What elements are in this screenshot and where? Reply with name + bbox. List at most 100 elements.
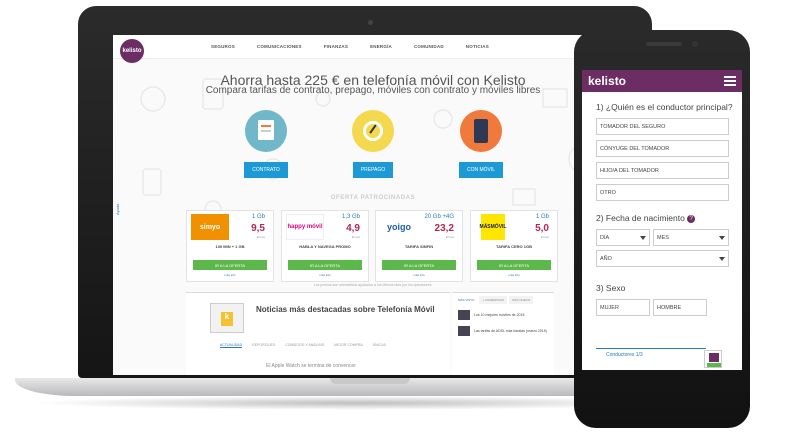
offer-price: 9,5 bbox=[251, 223, 265, 234]
offer-period: €/mes bbox=[445, 235, 454, 239]
site-logo[interactable]: kelisto bbox=[120, 39, 144, 63]
offer-description: 100 MIN + 1 GB bbox=[215, 244, 245, 249]
tab-mas-comentado[interactable]: + COMENTADO bbox=[479, 296, 508, 304]
yoigo-logo: yoigo bbox=[380, 214, 418, 240]
offer-data: 1 Gb bbox=[535, 214, 549, 220]
question-birthdate: 2) Fecha de nacimiento ? bbox=[596, 213, 742, 223]
nav-finanzas[interactable]: FINANZAS bbox=[324, 44, 348, 49]
offer-data: 1 Gb bbox=[251, 214, 265, 220]
progress-line bbox=[596, 348, 706, 349]
price-disclaimer: Los precios son orientativos ajustados a… bbox=[313, 283, 433, 287]
nav-seguros[interactable]: SEGUROS bbox=[211, 44, 235, 49]
kelisto-k-icon: k bbox=[221, 312, 233, 326]
tab-unicas[interactable]: ÚNICAS bbox=[373, 343, 386, 348]
question-birthdate-label: 2) Fecha de nacimiento bbox=[596, 213, 685, 223]
offer-period: €/mes bbox=[540, 235, 549, 239]
list-item[interactable]: Los 10 mejores móviles de 2015 bbox=[452, 307, 554, 323]
offer-more-link[interactable]: más info bbox=[376, 273, 462, 277]
tab-consejos[interactable]: CONSEJOS Y ANÁLISIS bbox=[285, 343, 324, 348]
offer-description: TARIFA SINFIN bbox=[404, 244, 434, 249]
offer-more-link[interactable]: más info bbox=[187, 273, 273, 277]
nav-comunidad[interactable]: COMUNIDAD bbox=[414, 44, 444, 49]
offer-more-link[interactable]: más info bbox=[282, 273, 368, 277]
tab-actualidad[interactable]: ACTUALIDAD bbox=[220, 343, 243, 348]
document-icon bbox=[245, 110, 287, 152]
tab-mas-nuevo[interactable]: MÁS NUEVO bbox=[509, 296, 534, 304]
drivers-progress: Conductores 1/3 bbox=[606, 352, 643, 358]
offer-period: €/mes bbox=[256, 235, 265, 239]
year-select-value: AÑO bbox=[600, 255, 612, 262]
offer-price: 5,0 bbox=[535, 223, 549, 234]
article-thumbnail bbox=[458, 326, 470, 336]
sidebar-tabs: MÁS VISTO + COMENTADO MÁS NUEVO bbox=[452, 293, 554, 307]
list-item-label: Los 10 mejores móviles de 2015 bbox=[474, 313, 525, 317]
chevron-down-icon bbox=[640, 235, 646, 240]
laptop-notch bbox=[330, 378, 410, 384]
laptop-camera bbox=[368, 20, 373, 25]
option-hijo[interactable]: HIJO/A DEL TOMADOR bbox=[596, 162, 729, 179]
nav-noticias[interactable]: NOTICIAS bbox=[466, 44, 489, 49]
option-conyuge[interactable]: CÓNYUGE DEL TOMADOR bbox=[596, 140, 729, 157]
option-hombre[interactable]: HOMBRE bbox=[653, 299, 707, 316]
offer-period: €/mes bbox=[351, 235, 360, 239]
option-mujer[interactable]: MUJER bbox=[596, 299, 650, 316]
offer-card: MÁSMÓVIL 1 Gb 5,0 €/mes TARIFA CERO 1GB … bbox=[470, 210, 558, 282]
article-thumbnail bbox=[458, 310, 470, 320]
offer-card: yoigo 20 Gb +4G 23,2 €/mes TARIFA SINFIN… bbox=[375, 210, 463, 282]
month-select-value: MES bbox=[657, 234, 669, 241]
driver-form: 1) ¿Quién es el conductor principal? TOM… bbox=[596, 102, 742, 325]
offer-description: TARIFA CERO 1GB bbox=[495, 244, 532, 249]
news-panel: k Noticias más destacadas sobre Telefoní… bbox=[186, 292, 450, 375]
phone-logo[interactable]: kelisto bbox=[588, 74, 626, 88]
tab-reportajes[interactable]: REPORTAJES bbox=[252, 343, 275, 348]
option-tomador[interactable]: TOMADOR DEL SEGURO bbox=[596, 118, 729, 135]
help-icon[interactable]: ? bbox=[687, 214, 696, 223]
hamburger-menu-icon[interactable] bbox=[724, 76, 736, 86]
day-select-value: DÍA bbox=[600, 234, 610, 241]
category-prepago: PREPAGO bbox=[335, 110, 411, 178]
product-showcase: kelisto SEGUROS COMUNICACIONES FINANZAS … bbox=[0, 0, 800, 438]
phone-screen: kelisto 1) ¿Quién es el conductor princi… bbox=[582, 70, 742, 370]
site-logo-text: kelisto bbox=[122, 48, 142, 54]
prepago-button[interactable]: PREPAGO bbox=[352, 162, 394, 178]
laptop-screen: kelisto SEGUROS COMUNICACIONES FINANZAS … bbox=[113, 35, 633, 375]
news-tabs: ACTUALIDAD REPORTAJES CONSEJOS Y ANÁLISI… bbox=[220, 343, 386, 348]
offer-more-link[interactable]: más info bbox=[471, 273, 557, 277]
option-otro[interactable]: OTRO bbox=[596, 184, 729, 201]
chevron-down-icon bbox=[719, 256, 725, 261]
contrato-button[interactable]: CONTRATO bbox=[244, 162, 288, 178]
sponsored-title: OFERTA PATROCINADAS bbox=[330, 195, 416, 201]
day-select[interactable]: DÍA bbox=[596, 229, 650, 246]
phone-app-bar: kelisto bbox=[582, 70, 742, 92]
offer-cta-button[interactable]: IR A LA OFERTA bbox=[193, 260, 267, 270]
nav-energia[interactable]: ENERGÍA bbox=[370, 44, 392, 49]
news-title: Noticias más destacadas sobre Telefonía … bbox=[256, 305, 435, 314]
tab-mas-visto[interactable]: MÁS VISTO bbox=[455, 296, 478, 304]
news-thumbnail: k bbox=[210, 303, 244, 333]
list-item[interactable]: Las tarifas de ADSL más baratas (marzo 2… bbox=[452, 323, 554, 339]
site-header: kelisto SEGUROS COMUNICACIONES FINANZAS … bbox=[113, 35, 633, 63]
masmovil-logo: MÁSMÓVIL bbox=[480, 214, 506, 240]
site-nav: SEGUROS COMUNICACIONES FINANZAS ENERGÍA … bbox=[211, 44, 511, 49]
offer-data: 20 Gb +4G bbox=[424, 214, 454, 220]
chevron-down-icon bbox=[719, 235, 725, 240]
offer-card: happy móvil 1,3 Gb 4,9 €/mes HABLA Y NAV… bbox=[281, 210, 369, 282]
popular-sidebar: MÁS VISTO + COMENTADO MÁS NUEVO Los 10 m… bbox=[452, 292, 554, 375]
simyo-logo: simyo bbox=[191, 214, 229, 240]
list-item-label: Las tarifas de ADSL más baratas (marzo 2… bbox=[474, 329, 547, 333]
offer-data: 1,3 Gb bbox=[341, 214, 360, 220]
news-teaser[interactable]: El Apple Watch se termina de convencer bbox=[266, 363, 356, 369]
offer-cta-button[interactable]: IR A LA OFERTA bbox=[288, 260, 362, 270]
tab-mejor-compra[interactable]: MEJOR COMPRA bbox=[334, 343, 363, 348]
offer-cta-button[interactable]: IR A LA OFERTA bbox=[382, 260, 456, 270]
phone-speaker bbox=[646, 42, 682, 46]
offer-price: 4,9 bbox=[346, 223, 360, 234]
year-select[interactable]: AÑO bbox=[596, 250, 729, 267]
month-select[interactable]: MES bbox=[653, 229, 729, 246]
con-movil-button[interactable]: CON MÓVIL bbox=[458, 162, 504, 178]
offer-cta-button[interactable]: IR A LA OFERTA bbox=[477, 260, 551, 270]
nav-comunicaciones[interactable]: COMUNICACIONES bbox=[257, 44, 302, 49]
help-tab[interactable]: Ayuda bbox=[115, 204, 120, 215]
birthdate-row: DÍA MES bbox=[596, 229, 742, 246]
phone-icon bbox=[460, 110, 502, 152]
